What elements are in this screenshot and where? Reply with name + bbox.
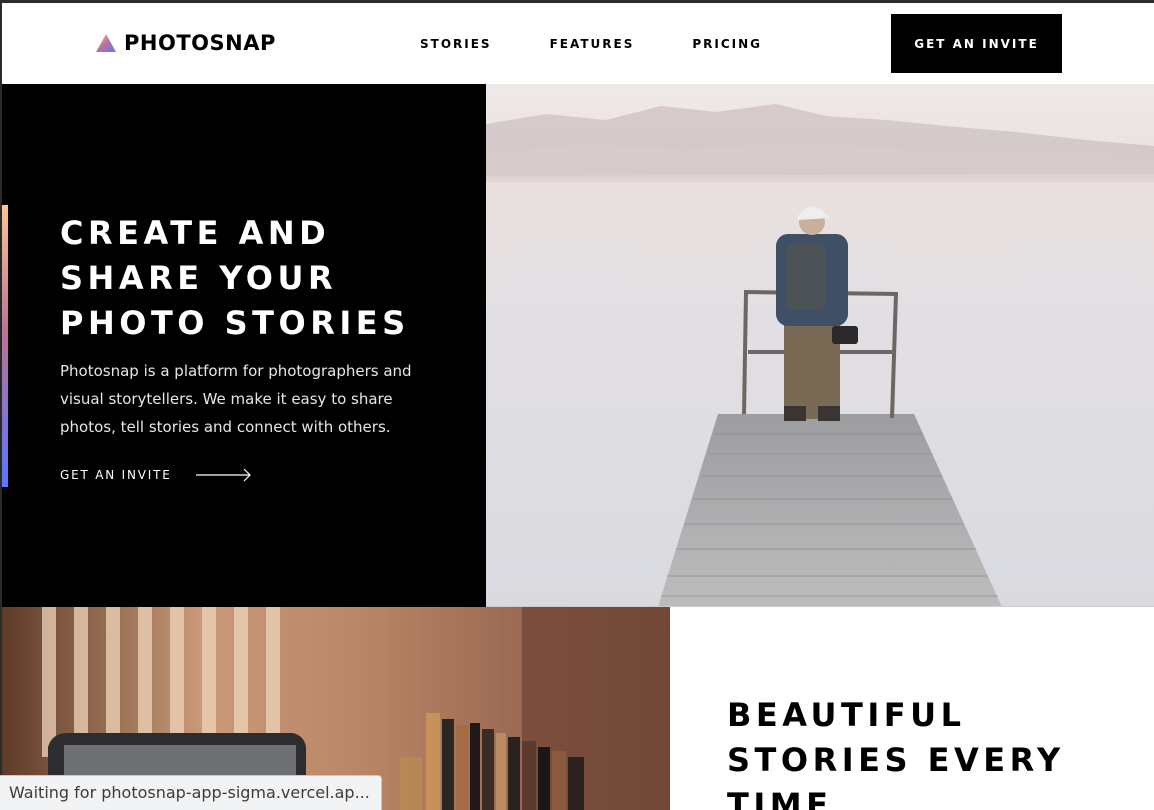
logo-triangle-icon xyxy=(96,34,116,52)
hero-link-label: GET AN INVITE xyxy=(60,468,172,482)
browser-status-bar: Waiting for photosnap-app-sigma.vercel.a… xyxy=(0,775,382,810)
stories-text-panel: BEAUTIFUL STORIES EVERY TIME xyxy=(670,607,1154,810)
arrow-right-icon xyxy=(195,468,251,482)
stories-title: BEAUTIFUL STORIES EVERY TIME xyxy=(727,696,1065,810)
hero-accent-bar xyxy=(2,205,8,487)
nav-stories[interactable]: STORIES xyxy=(420,37,492,51)
site-header: PHOTOSNAP STORIES FEATURES PRICING GET A… xyxy=(2,3,1154,84)
logo[interactable]: PHOTOSNAP xyxy=(95,31,276,55)
nav-pricing[interactable]: PRICING xyxy=(692,37,762,51)
hero-title: CREATE AND SHARE YOUR PHOTO STORIES xyxy=(60,214,410,342)
main-nav: STORIES FEATURES PRICING xyxy=(420,37,820,51)
hero-photo-man-on-pier xyxy=(486,84,1154,607)
hero-get-invite-link[interactable]: GET AN INVITE xyxy=(60,468,252,482)
get-invite-button[interactable]: GET AN INVITE xyxy=(891,14,1062,73)
logo-text: PHOTOSNAP xyxy=(124,31,276,55)
nav-features[interactable]: FEATURES xyxy=(550,37,635,51)
hero-text-panel: CREATE AND SHARE YOUR PHOTO STORIES Phot… xyxy=(2,84,486,607)
hero-description: Photosnap is a platform for photographer… xyxy=(60,362,412,436)
